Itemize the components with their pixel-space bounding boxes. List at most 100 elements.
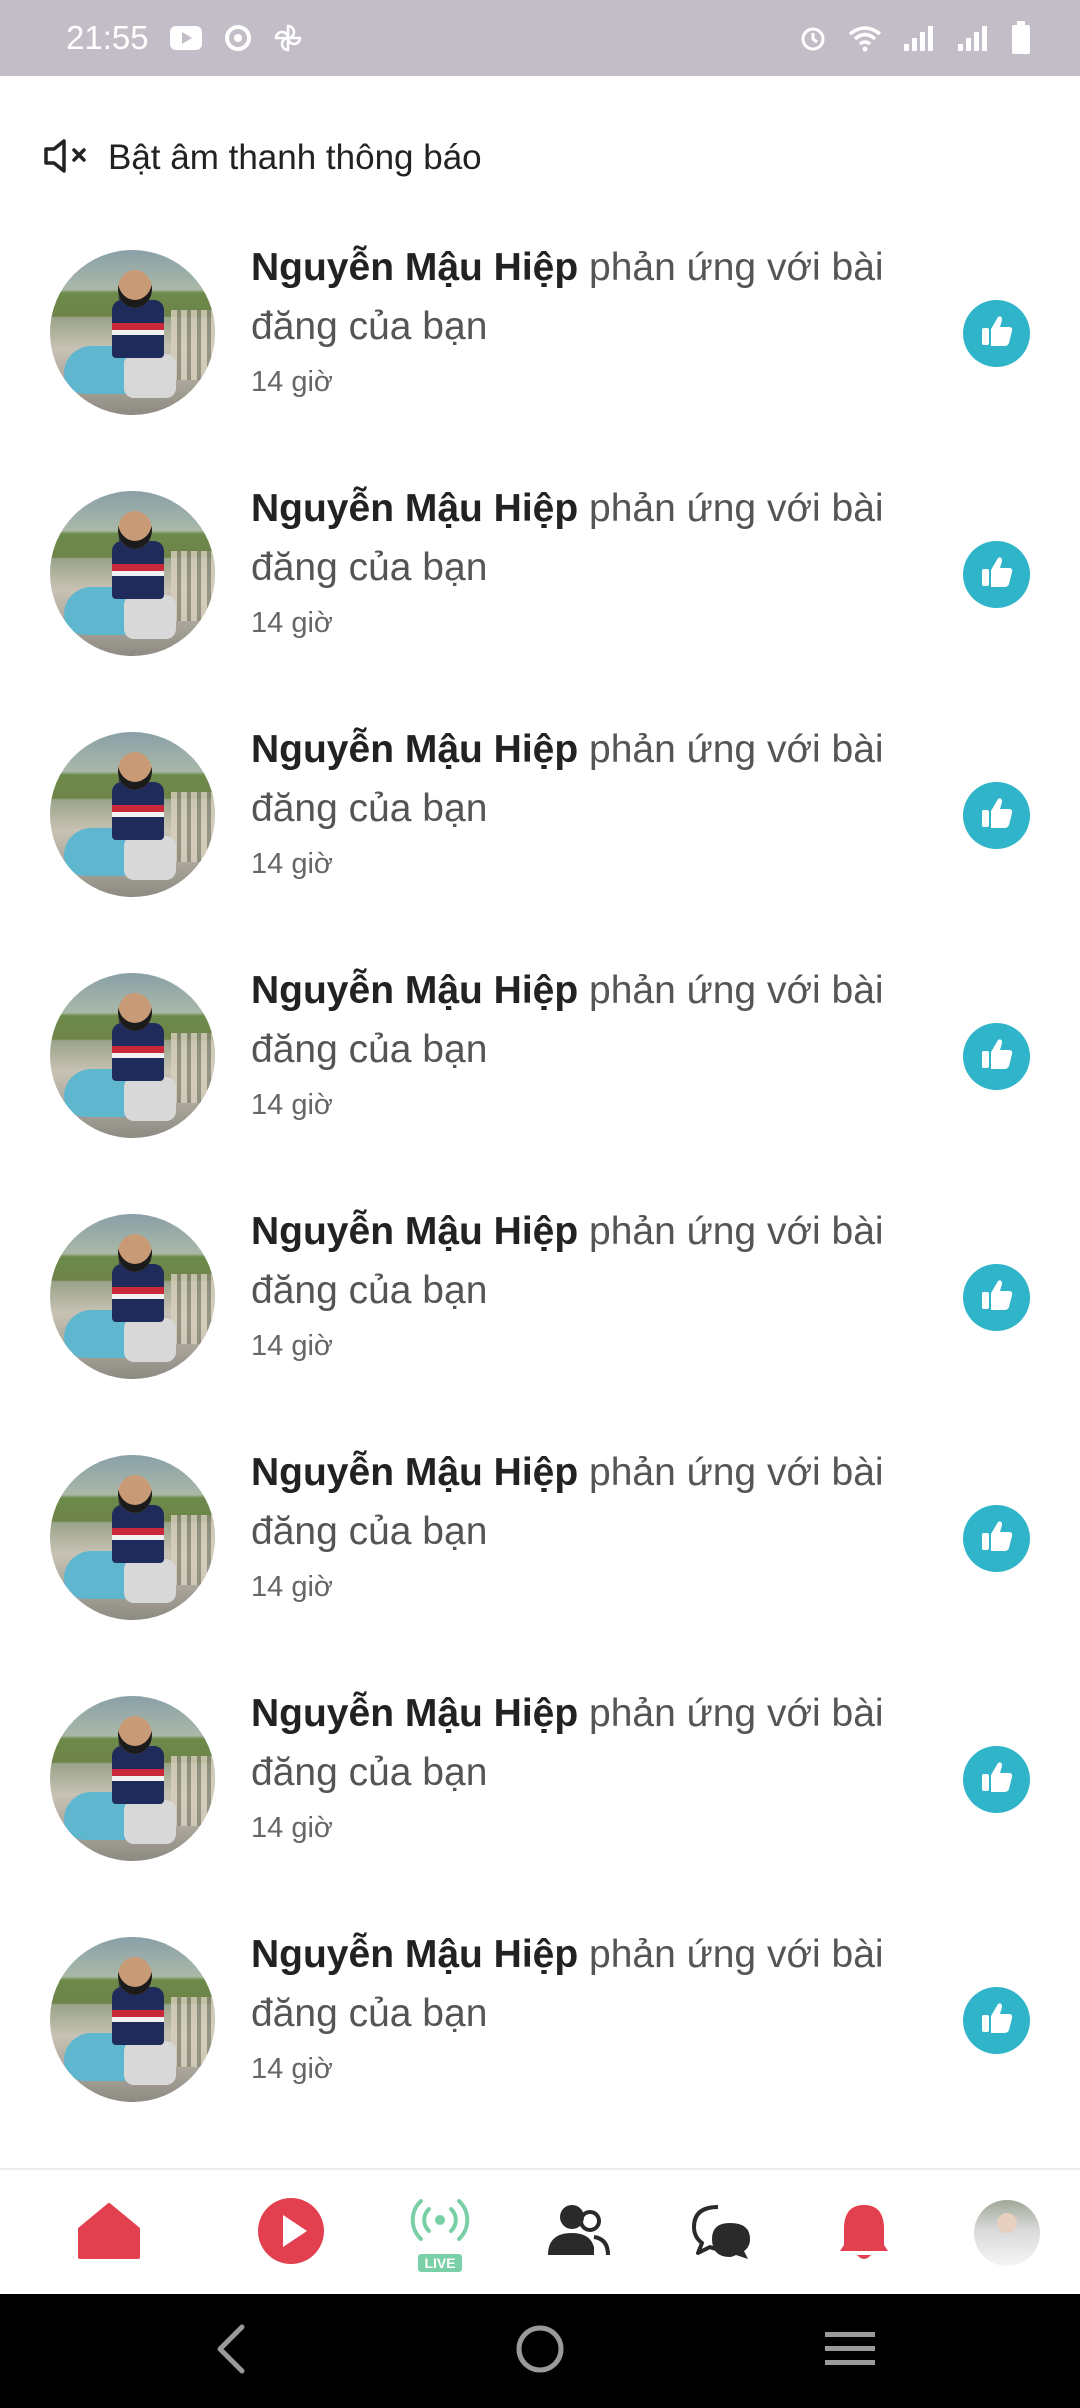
home-circle-icon: [515, 2324, 565, 2379]
live-icon: LIVE: [398, 2170, 482, 2296]
notification-time: 14 giờ: [251, 2053, 333, 2085]
nav-chat[interactable]: [686, 2170, 758, 2296]
notification-item[interactable]: Nguyễn Mậu Hiệp phản ứng với bài đăng củ…: [0, 1684, 1080, 1925]
nav-notifications[interactable]: [836, 2170, 892, 2296]
reaction-badge: [963, 1023, 1030, 1090]
unmute-notifications-button[interactable]: Bật âm thanh thông báo: [42, 128, 482, 188]
user-avatar[interactable]: [50, 250, 215, 415]
like-icon: [977, 1757, 1017, 1802]
friends-icon: [546, 2201, 610, 2266]
user-name: Nguyễn Mậu Hiệp: [251, 246, 579, 289]
speaker-muted-icon: [42, 136, 96, 181]
user-name: Nguyễn Mậu Hiệp: [251, 1210, 579, 1253]
wifi-icon: [848, 24, 882, 52]
notification-list: Nguyễn Mậu Hiệp phản ứng với bài đăng củ…: [0, 238, 1080, 2166]
live-label: LIVE: [418, 2254, 462, 2272]
notification-message: Nguyễn Mậu Hiệp phản ứng với bài đăng củ…: [251, 1202, 911, 1320]
notification-text: Nguyễn Mậu Hiệp phản ứng với bài đăng củ…: [251, 961, 911, 1122]
like-icon: [977, 1516, 1017, 1561]
notification-time: 14 giờ: [251, 607, 333, 639]
notification-text: Nguyễn Mậu Hiệp phản ứng với bài đăng củ…: [251, 1202, 911, 1363]
unmute-label: Bật âm thanh thông báo: [108, 138, 482, 177]
notification-message: Nguyễn Mậu Hiệp phản ứng với bài đăng củ…: [251, 1443, 911, 1561]
notification-text: Nguyễn Mậu Hiệp phản ứng với bài đăng củ…: [251, 1443, 911, 1604]
like-icon: [977, 793, 1017, 838]
user-avatar[interactable]: [50, 491, 215, 656]
notification-time: 14 giờ: [251, 1089, 333, 1121]
notification-item[interactable]: Nguyễn Mậu Hiệp phản ứng với bài đăng củ…: [0, 961, 1080, 1202]
like-icon: [977, 552, 1017, 597]
status-time: 21:55: [66, 19, 149, 56]
reaction-badge: [963, 300, 1030, 367]
pinwheel-icon: [273, 23, 303, 53]
notification-item[interactable]: Nguyễn Mậu Hiệp phản ứng với bài đăng củ…: [0, 1443, 1080, 1684]
nav-friends[interactable]: [542, 2170, 614, 2296]
bottom-nav: LIVE: [0, 2168, 1080, 2294]
notification-item[interactable]: Nguyễn Mậu Hiệp phản ứng với bài đăng củ…: [0, 1925, 1080, 2166]
notification-text: Nguyễn Mậu Hiệp phản ứng với bài đăng củ…: [251, 1925, 911, 2086]
user-name: Nguyễn Mậu Hiệp: [251, 728, 579, 771]
chat-icon: [690, 2201, 754, 2266]
user-name: Nguyễn Mậu Hiệp: [251, 487, 579, 530]
notification-item[interactable]: Nguyễn Mậu Hiệp phản ứng với bài đăng củ…: [0, 479, 1080, 720]
notification-time: 14 giờ: [251, 848, 333, 880]
nav-home[interactable]: [68, 2170, 150, 2296]
android-nav-bar: [0, 2294, 1080, 2408]
bell-icon: [838, 2201, 890, 2266]
nav-live[interactable]: LIVE: [398, 2170, 482, 2296]
like-icon: [977, 1034, 1017, 1079]
user-avatar[interactable]: [50, 973, 215, 1138]
signal-icon: [902, 24, 936, 52]
notification-time: 14 giờ: [251, 1571, 333, 1603]
back-button[interactable]: [205, 2294, 255, 2408]
notification-message: Nguyễn Mậu Hiệp phản ứng với bài đăng củ…: [251, 1925, 911, 2043]
user-name: Nguyễn Mậu Hiệp: [251, 969, 579, 1012]
reaction-badge: [963, 782, 1030, 849]
notification-message: Nguyễn Mậu Hiệp phản ứng với bài đăng củ…: [251, 720, 911, 838]
youtube-icon: [169, 25, 203, 51]
user-name: Nguyễn Mậu Hiệp: [251, 1933, 579, 1976]
notification-item[interactable]: Nguyễn Mậu Hiệp phản ứng với bài đăng củ…: [0, 720, 1080, 961]
home-button[interactable]: [510, 2294, 570, 2408]
recents-button[interactable]: [820, 2294, 880, 2408]
menu-icon: [823, 2328, 877, 2375]
notification-message: Nguyễn Mậu Hiệp phản ứng với bài đăng củ…: [251, 479, 911, 597]
notification-text: Nguyễn Mậu Hiệp phản ứng với bài đăng củ…: [251, 720, 911, 881]
user-avatar[interactable]: [50, 1455, 215, 1620]
notification-text: Nguyễn Mậu Hiệp phản ứng với bài đăng củ…: [251, 479, 911, 640]
sync-icon: [223, 23, 253, 53]
notification-message: Nguyễn Mậu Hiệp phản ứng với bài đăng củ…: [251, 238, 911, 356]
notification-text: Nguyễn Mậu Hiệp phản ứng với bài đăng củ…: [251, 1684, 911, 1845]
reaction-badge: [963, 1264, 1030, 1331]
status-bar: 21:55: [0, 0, 1080, 76]
user-name: Nguyễn Mậu Hiệp: [251, 1692, 579, 1735]
notification-message: Nguyễn Mậu Hiệp phản ứng với bài đăng củ…: [251, 961, 911, 1079]
home-icon: [76, 2201, 142, 2266]
notification-time: 14 giờ: [251, 1812, 333, 1844]
notification-message: Nguyễn Mậu Hiệp phản ứng với bài đăng củ…: [251, 1684, 911, 1802]
reaction-badge: [963, 541, 1030, 608]
notification-time: 14 giờ: [251, 1330, 333, 1362]
nav-video[interactable]: [256, 2170, 326, 2296]
user-name: Nguyễn Mậu Hiệp: [251, 1451, 579, 1494]
like-icon: [977, 311, 1017, 356]
profile-avatar: [974, 2200, 1040, 2266]
alarm-icon: [798, 23, 828, 53]
video-play-icon: [257, 2197, 325, 2270]
notification-item[interactable]: Nguyễn Mậu Hiệp phản ứng với bài đăng củ…: [0, 238, 1080, 479]
user-avatar[interactable]: [50, 1696, 215, 1861]
back-icon: [212, 2323, 248, 2380]
notification-item[interactable]: Nguyễn Mậu Hiệp phản ứng với bài đăng củ…: [0, 1202, 1080, 1443]
reaction-badge: [963, 1746, 1030, 1813]
reaction-badge: [963, 1505, 1030, 1572]
nav-profile[interactable]: [972, 2170, 1042, 2296]
reaction-badge: [963, 1987, 1030, 2054]
battery-icon: [1010, 21, 1032, 55]
notification-time: 14 giờ: [251, 366, 333, 398]
user-avatar[interactable]: [50, 1214, 215, 1379]
like-icon: [977, 1275, 1017, 1320]
notification-text: Nguyễn Mậu Hiệp phản ứng với bài đăng củ…: [251, 238, 911, 399]
signal-icon: [956, 24, 990, 52]
user-avatar[interactable]: [50, 1937, 215, 2102]
user-avatar[interactable]: [50, 732, 215, 897]
